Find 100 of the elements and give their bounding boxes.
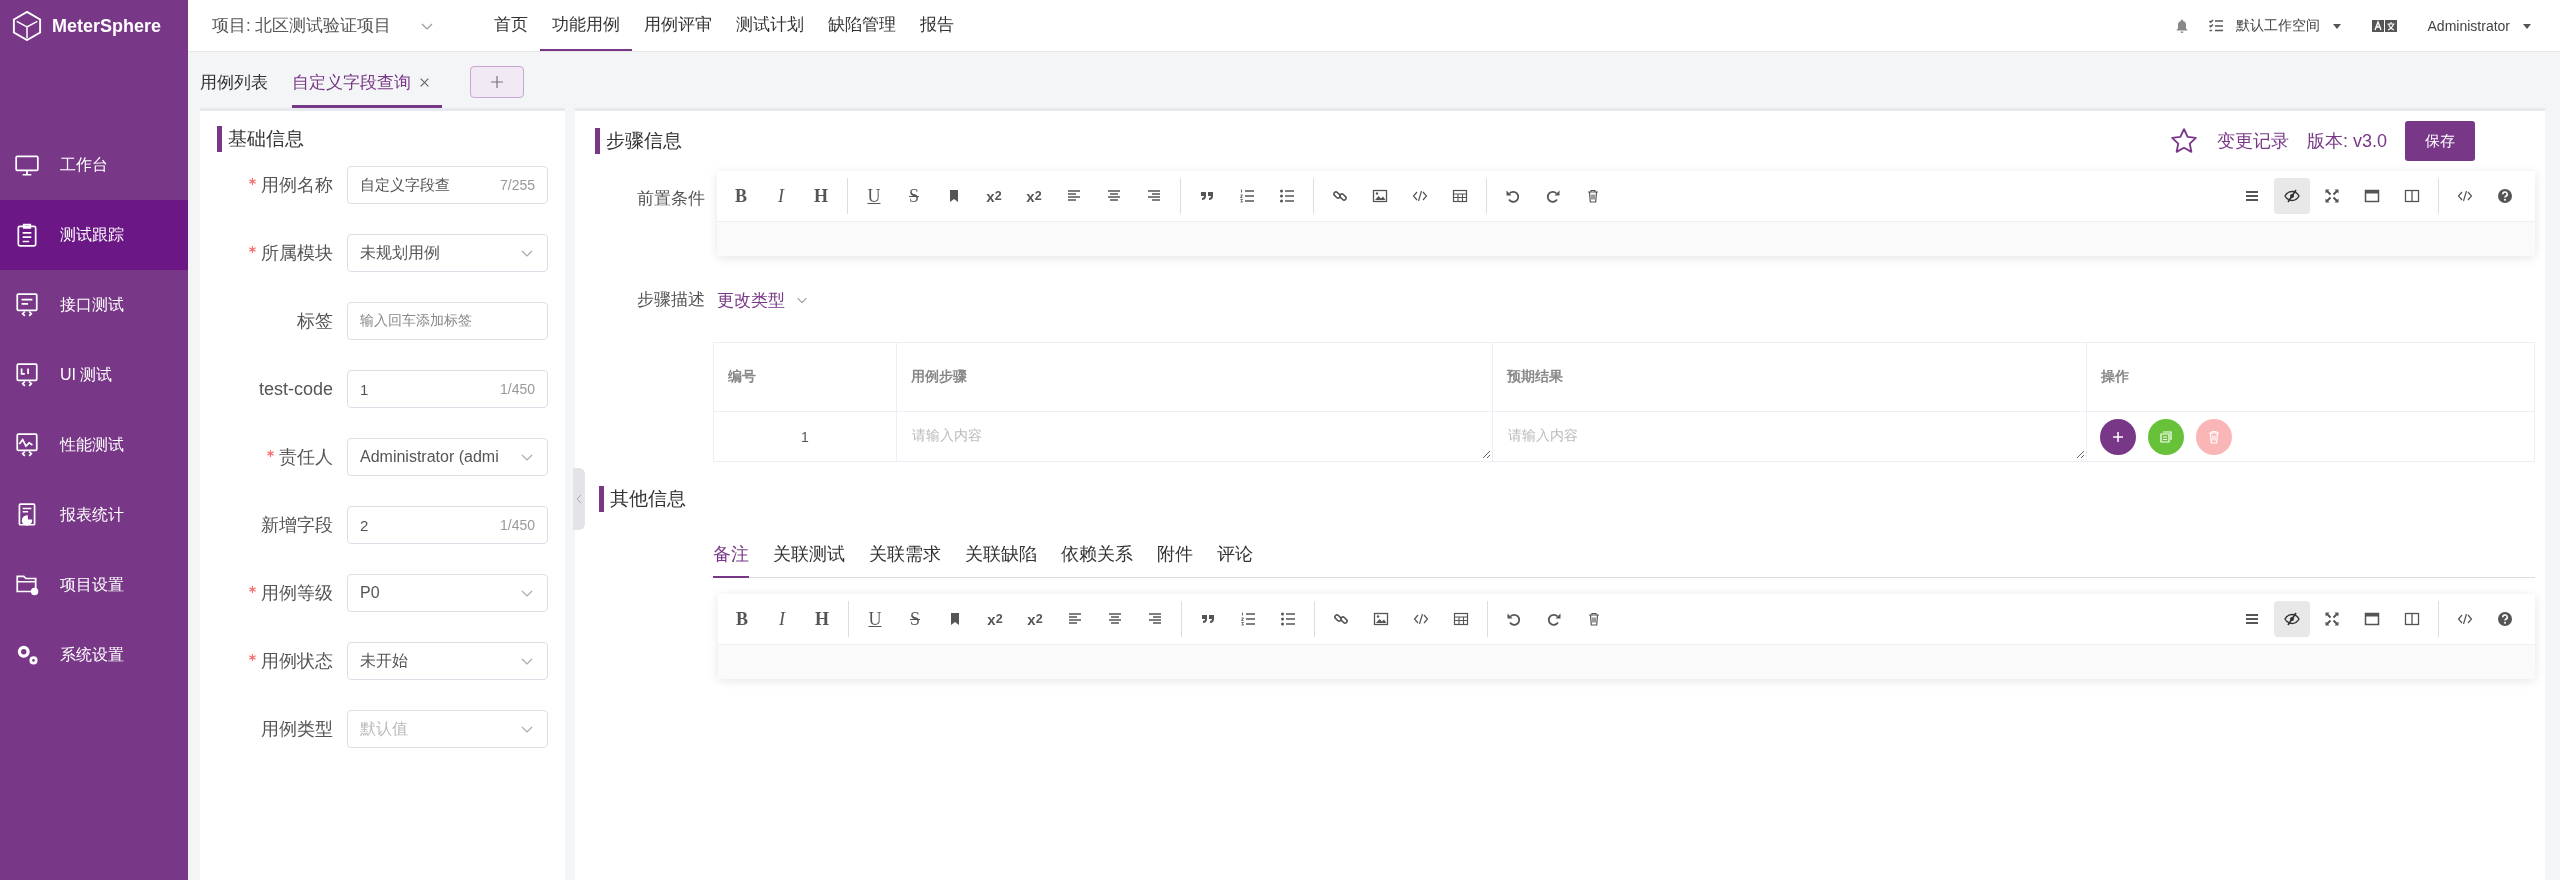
field-label: 所属模块: [261, 242, 333, 265]
section-title: 步骤信息: [595, 128, 682, 154]
logo-icon: [12, 11, 42, 41]
align-right-icon: [1147, 611, 1163, 627]
link-icon: [1333, 611, 1349, 627]
trash-icon: [1586, 611, 1602, 627]
character-counter: 1/450: [499, 381, 535, 397]
change-log-link[interactable]: 变更记录: [2216, 129, 2289, 153]
underline-button[interactable]: U: [857, 601, 893, 637]
text-field[interactable]: 1 1/450: [347, 370, 548, 408]
underline-button[interactable]: U: [856, 178, 892, 214]
align-center-icon: [1106, 188, 1122, 204]
sidebar-item[interactable]: 测试跟踪: [0, 200, 188, 270]
plus-icon: [489, 74, 505, 90]
preview-button[interactable]: [2274, 178, 2310, 214]
expand-icon: [2324, 188, 2340, 204]
language-icon[interactable]: [2371, 18, 2398, 33]
field-label: 步骤描述: [636, 289, 706, 311]
field-label: 责任人: [279, 446, 333, 469]
sidebar-item[interactable]: UI 测试: [0, 340, 188, 410]
split-view-icon: [2404, 611, 2420, 627]
section-title: 其他信息: [599, 486, 686, 512]
info-tab[interactable]: 备注: [713, 542, 749, 578]
clipboard-icon: [14, 222, 40, 248]
nav-tab[interactable]: 用例评审: [632, 0, 724, 51]
strike-button[interactable]: S: [896, 178, 932, 214]
add-step-button[interactable]: [2100, 418, 2136, 455]
project-selector[interactable]: 项目: 北区测试验证项目: [188, 14, 472, 37]
table-cell: 1: [713, 411, 897, 462]
text-field[interactable]: 2 1/450: [347, 506, 548, 544]
italic-button[interactable]: I: [763, 178, 799, 214]
nav-tab[interactable]: 首页: [482, 0, 540, 51]
result-input[interactable]: 请输入内容: [1492, 411, 2087, 462]
align-left-icon: [1067, 611, 1083, 627]
expand-icon: [2324, 611, 2340, 627]
eye-slash-icon: [2284, 611, 2300, 627]
sidebar-item[interactable]: 报表统计: [0, 480, 188, 550]
field-label: 用例名称: [261, 174, 333, 197]
preview-button[interactable]: [2274, 601, 2310, 637]
image-icon: [1372, 188, 1388, 204]
column-header: 预期结果: [1492, 342, 2087, 412]
info-tab[interactable]: 依赖关系: [1061, 542, 1133, 578]
chart-window-icon: [14, 432, 40, 458]
close-icon[interactable]: [419, 77, 430, 88]
bullet-list-icon: [1280, 611, 1296, 627]
select-field[interactable]: 未规划用例: [347, 234, 548, 272]
info-tab[interactable]: 关联缺陷: [965, 542, 1037, 578]
code-icon: [1412, 188, 1428, 204]
sidebar-item[interactable]: 项目设置: [0, 550, 188, 620]
monitor-icon: [14, 152, 40, 178]
strike-button[interactable]: S: [897, 601, 933, 637]
workspace-selector[interactable]: 默认工作空间: [2207, 16, 2342, 35]
heading-button[interactable]: H: [804, 601, 840, 637]
select-field[interactable]: P0: [347, 574, 548, 612]
menu-icon: [2244, 611, 2260, 627]
nav-tab[interactable]: 报告: [908, 0, 966, 51]
menu-icon: [2244, 188, 2260, 204]
page-tab[interactable]: 用例列表: [200, 60, 280, 108]
table-icon: [1452, 188, 1468, 204]
code-icon: [1413, 611, 1429, 627]
code-window-icon: [14, 292, 40, 318]
save-button[interactable]: 保存: [2405, 121, 2475, 161]
column-header: 操作: [2086, 342, 2535, 412]
trash-icon: [1585, 188, 1601, 204]
nav-tab[interactable]: 功能用例: [540, 0, 632, 51]
field-label: 标签: [297, 310, 333, 333]
info-tab[interactable]: 评论: [1217, 542, 1253, 578]
version-label: 版本: v3.0: [2306, 130, 2387, 153]
sidebar-item[interactable]: 系统设置: [0, 620, 188, 690]
sidebar-item[interactable]: 工作台: [0, 130, 188, 200]
heading-button[interactable]: H: [803, 178, 839, 214]
checklist-icon: [2207, 17, 2224, 34]
image-icon: [1373, 611, 1389, 627]
nav-tab[interactable]: 缺陷管理: [816, 0, 908, 51]
user-menu[interactable]: Administrator: [2427, 17, 2532, 34]
bullet-list-icon: [1279, 188, 1295, 204]
star-icon[interactable]: [2168, 126, 2199, 156]
info-tab[interactable]: 关联需求: [869, 542, 941, 578]
info-tab[interactable]: 关联测试: [773, 542, 845, 578]
undo-icon: [1506, 611, 1522, 627]
code-icon: [2457, 188, 2473, 204]
logo-text: MeterSphere: [52, 15, 162, 37]
bold-button[interactable]: B: [724, 601, 760, 637]
sidebar-item[interactable]: 接口测试: [0, 270, 188, 340]
text-field[interactable]: 输入回车添加标签: [347, 302, 548, 340]
sidebar-item[interactable]: 性能测试: [0, 410, 188, 480]
help-icon: [2497, 188, 2513, 204]
step-input[interactable]: 请输入内容: [896, 411, 1493, 462]
select-field[interactable]: Administrator (admi: [347, 438, 548, 476]
italic-button[interactable]: I: [764, 601, 800, 637]
eye-slash-icon: [2284, 188, 2300, 204]
change-type-dropdown[interactable]: 更改类型: [717, 288, 809, 312]
nav-tab[interactable]: 测试计划: [724, 0, 816, 51]
split-view-icon: [2404, 188, 2420, 204]
folder-gear-icon: [14, 572, 40, 598]
bold-button[interactable]: B: [723, 178, 759, 214]
info-tab[interactable]: 附件: [1157, 542, 1193, 578]
text-field[interactable]: 自定义字段查 7/255: [347, 166, 548, 204]
select-field[interactable]: 未开始: [347, 642, 548, 680]
collapse-handle[interactable]: [573, 468, 585, 530]
